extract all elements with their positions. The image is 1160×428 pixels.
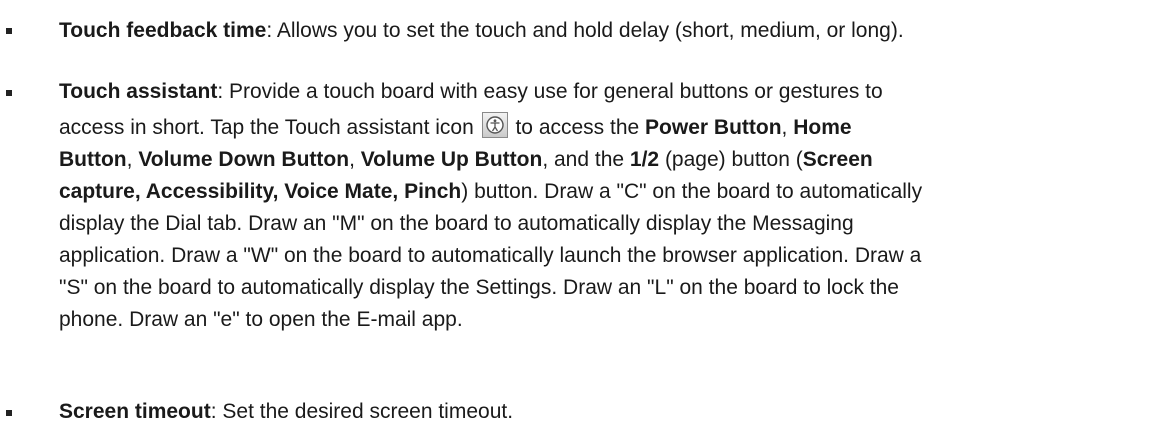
bullet (6, 28, 12, 34)
bullet (6, 410, 12, 416)
description-line: ) button. Draw a "C" on the board to aut… (461, 180, 923, 203)
paragraph: Touch assistant: Provide a touch board w… (59, 76, 1149, 336)
description-line: (page) button ( (659, 148, 803, 171)
term: Home (793, 116, 852, 139)
touch-assistant-icon (481, 112, 508, 138)
term: Screen (802, 148, 873, 171)
paragraph: Screen timeout: Set the desired screen t… (59, 396, 1149, 428)
separator: , and the (542, 148, 630, 171)
description: : Allows you to set the touch and hold d… (266, 19, 904, 42)
term: Volume Down Button (138, 148, 350, 171)
description-line: "S" on the board to automatically displa… (59, 276, 899, 299)
description: : Set the desired screen timeout. (210, 400, 514, 423)
description-line: : Provide a touch board with easy use fo… (217, 80, 883, 103)
term: Volume Up Button (360, 148, 543, 171)
term: Power Button (645, 116, 782, 139)
paragraph: Touch feedback time: Allows you to set t… (59, 15, 1149, 47)
description-line: to access the (509, 116, 646, 139)
separator: , (349, 148, 361, 171)
term: Screen timeout (59, 400, 211, 423)
description-line: phone. Draw an "e" to open the E-mail ap… (59, 308, 463, 331)
bullet (6, 90, 12, 96)
separator: , (781, 116, 794, 139)
description-line: application. Draw a "W" on the board to … (59, 244, 922, 267)
separator: , (126, 148, 139, 171)
term: 1/2 (629, 148, 660, 171)
term: Touch assistant (59, 80, 218, 103)
term: Button (59, 148, 127, 171)
description-line: access in short. Tap the Touch assistant… (59, 116, 480, 139)
description-line: display the Dial tab. Draw an "M" on the… (59, 212, 854, 235)
term: capture, Accessibility, Voice Mate, Pinc… (59, 180, 462, 203)
term: Touch feedback time (59, 19, 267, 42)
